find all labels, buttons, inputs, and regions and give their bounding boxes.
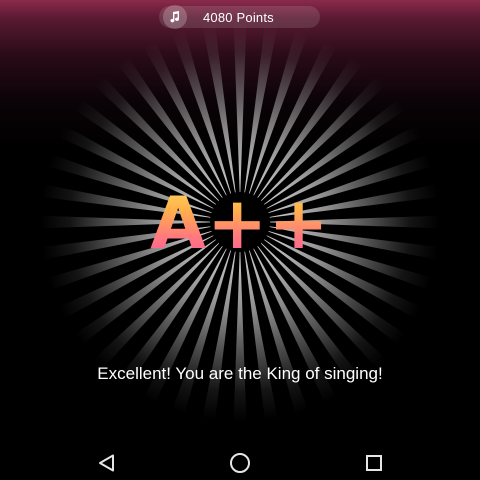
back-triangle-icon: [99, 454, 114, 472]
music-note-icon: [163, 5, 187, 29]
system-navigation-bar: [0, 443, 480, 480]
recents-button[interactable]: [360, 449, 388, 477]
home-button[interactable]: [226, 449, 254, 477]
sunburst-ray: [201, 18, 236, 193]
points-badge: 4080 Points: [159, 5, 320, 29]
points-label: 4080 Points: [203, 9, 274, 25]
home-circle-icon: [230, 453, 250, 473]
result-message: Excellent! You are the King of singing!: [97, 364, 383, 383]
sunburst-ray: [244, 251, 279, 426]
sunburst-ray: [244, 18, 279, 193]
sunburst-ray: [201, 251, 236, 426]
back-button[interactable]: [93, 449, 121, 477]
result-screen: 4080 Points A++ Excellent! You are the K…: [0, 0, 480, 480]
recents-square-icon: [366, 455, 382, 471]
sunburst-ray: [233, 17, 247, 193]
sunburst-ray: [233, 251, 247, 427]
grade-text: A++: [0, 178, 480, 268]
